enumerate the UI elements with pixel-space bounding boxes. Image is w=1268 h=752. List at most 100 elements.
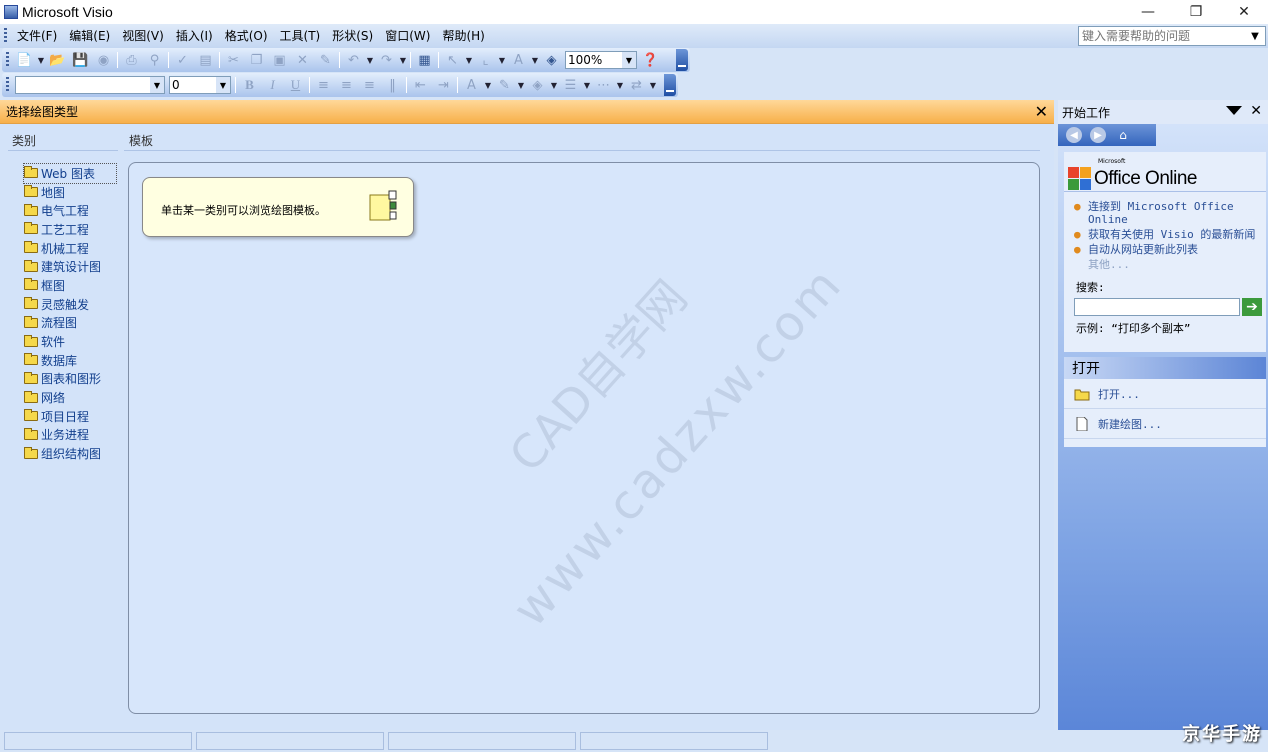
menu-tools[interactable]: 工具(T) bbox=[274, 24, 327, 48]
chevron-down-icon[interactable]: ▼ bbox=[365, 56, 375, 65]
help-icon[interactable]: ❓ bbox=[639, 50, 662, 70]
link-item[interactable]: ● 获取有关使用 Visio 的最新新闻 bbox=[1074, 228, 1266, 241]
italic-icon[interactable]: I bbox=[261, 75, 284, 95]
align-right-icon[interactable]: ≡ bbox=[358, 75, 381, 95]
chevron-down-icon[interactable]: ▼ bbox=[497, 56, 507, 65]
category-item[interactable]: 机械工程 bbox=[24, 239, 88, 258]
chevron-down-icon[interactable]: ▼ bbox=[622, 52, 636, 68]
increase-indent-icon[interactable]: ⇥ bbox=[432, 75, 455, 95]
minimize-icon[interactable]: — bbox=[1124, 0, 1172, 24]
print-preview-icon[interactable]: ⚲ bbox=[143, 50, 166, 70]
save-icon[interactable]: 💾 bbox=[69, 50, 92, 70]
redo-icon[interactable]: ↷ bbox=[375, 50, 398, 70]
category-item[interactable]: 网络 bbox=[24, 388, 116, 407]
template-area[interactable] bbox=[128, 162, 1040, 714]
close-icon[interactable]: ✕ bbox=[1035, 102, 1048, 121]
chevron-down-icon[interactable] bbox=[1226, 106, 1242, 115]
close-icon[interactable]: ✕ bbox=[1250, 103, 1262, 119]
go-arrow-icon[interactable]: ➔ bbox=[1242, 298, 1262, 316]
menu-view[interactable]: 视图(V) bbox=[116, 24, 170, 48]
category-item[interactable]: 电气工程 bbox=[24, 201, 88, 220]
home-icon[interactable]: ⌂ bbox=[1114, 127, 1132, 143]
category-item[interactable]: 流程图 bbox=[24, 314, 116, 333]
close-icon[interactable]: ✕ bbox=[1220, 0, 1268, 24]
spelling-icon[interactable]: ✓ bbox=[171, 50, 194, 70]
category-item[interactable]: 地图 bbox=[24, 183, 116, 202]
chevron-down-icon[interactable]: ▼ bbox=[530, 56, 540, 65]
category-item[interactable]: 灵感触发 bbox=[24, 295, 116, 314]
align-left-icon[interactable]: ≡ bbox=[312, 75, 335, 95]
category-item[interactable]: 工艺工程 bbox=[24, 220, 88, 239]
chevron-down-icon[interactable]: ▼ bbox=[1247, 31, 1263, 42]
print-icon[interactable]: ⎙ bbox=[120, 50, 143, 70]
text-tool-icon[interactable]: A bbox=[507, 50, 530, 70]
category-item[interactable]: 图表和图形 bbox=[24, 370, 116, 389]
chevron-down-icon[interactable]: ▼ bbox=[582, 81, 592, 90]
toolbar-options-icon[interactable] bbox=[676, 49, 688, 71]
justify-icon[interactable]: ‖ bbox=[381, 75, 404, 95]
menu-format[interactable]: 格式(O) bbox=[219, 24, 274, 48]
copy-icon[interactable]: ❐ bbox=[245, 50, 268, 70]
menu-file[interactable]: 文件(F) bbox=[11, 24, 63, 48]
menu-edit[interactable]: 编辑(E) bbox=[63, 24, 116, 48]
align-center-icon[interactable]: ≡ bbox=[335, 75, 358, 95]
chevron-down-icon[interactable]: ▼ bbox=[150, 77, 164, 93]
line-weight-icon[interactable]: ☰ bbox=[559, 75, 582, 95]
toolbar-options-icon[interactable] bbox=[664, 74, 676, 96]
chevron-down-icon[interactable]: ▼ bbox=[464, 56, 474, 65]
help-search-input[interactable] bbox=[1079, 29, 1247, 43]
chevron-down-icon[interactable]: ▼ bbox=[615, 81, 625, 90]
chevron-down-icon[interactable]: ▼ bbox=[398, 56, 408, 65]
line-pattern-icon[interactable]: ⋯ bbox=[592, 75, 615, 95]
category-item[interactable]: 框图 bbox=[24, 276, 116, 295]
back-icon[interactable]: ◀ bbox=[1066, 127, 1082, 143]
category-item[interactable]: 业务进程 bbox=[24, 426, 116, 445]
menu-insert[interactable]: 插入(I) bbox=[170, 24, 219, 48]
decrease-indent-icon[interactable]: ⇤ bbox=[409, 75, 432, 95]
forward-icon[interactable]: ▶ bbox=[1090, 127, 1106, 143]
grip-handle[interactable] bbox=[6, 77, 9, 93]
pan-zoom-icon[interactable]: ◈ bbox=[540, 50, 563, 70]
shapes-icon[interactable]: ▦ bbox=[413, 50, 436, 70]
link-item[interactable]: ● 自动从网站更新此列表 bbox=[1074, 243, 1266, 256]
cut-icon[interactable]: ✂ bbox=[222, 50, 245, 70]
open-file-link[interactable]: 打开... bbox=[1064, 379, 1266, 409]
font-size-combo[interactable]: 0 ▼ bbox=[169, 76, 231, 94]
grip-handle[interactable] bbox=[4, 28, 7, 44]
bold-icon[interactable]: B bbox=[238, 75, 261, 95]
category-item[interactable]: 组织结构图 bbox=[24, 444, 116, 463]
format-painter-icon[interactable]: ✎ bbox=[314, 50, 337, 70]
help-search-box[interactable]: ▼ bbox=[1078, 26, 1266, 46]
chevron-down-icon[interactable]: ▼ bbox=[648, 81, 658, 90]
category-item[interactable]: 项目日程 bbox=[24, 407, 116, 426]
font-name-combo[interactable]: ▼ bbox=[15, 76, 165, 94]
category-item[interactable]: Web 图表 bbox=[23, 163, 117, 184]
zoom-combo[interactable]: 100% ▼ bbox=[565, 51, 637, 69]
undo-icon[interactable]: ↶ bbox=[342, 50, 365, 70]
delete-icon[interactable]: ✕ bbox=[291, 50, 314, 70]
restore-icon[interactable]: ❐ bbox=[1172, 0, 1220, 24]
chevron-down-icon[interactable]: ▼ bbox=[483, 81, 493, 90]
new-document-icon[interactable]: 📄 bbox=[13, 50, 36, 70]
connector-tool-icon[interactable]: ⌞ bbox=[474, 50, 497, 70]
chevron-down-icon[interactable]: ▼ bbox=[516, 81, 526, 90]
search-input[interactable] bbox=[1074, 298, 1240, 316]
research-icon[interactable]: ▤ bbox=[194, 50, 217, 70]
paste-icon[interactable]: ▣ bbox=[268, 50, 291, 70]
menu-help[interactable]: 帮助(H) bbox=[436, 24, 490, 48]
line-ends-icon[interactable]: ⇄ bbox=[625, 75, 648, 95]
fill-color-icon[interactable]: ◈ bbox=[526, 75, 549, 95]
chevron-down-icon[interactable]: ▼ bbox=[36, 56, 46, 65]
menu-window[interactable]: 窗口(W) bbox=[379, 24, 436, 48]
category-item[interactable]: 数据库 bbox=[24, 351, 116, 370]
font-color-icon[interactable]: A bbox=[460, 75, 483, 95]
permission-icon[interactable]: ◉ bbox=[92, 50, 115, 70]
open-folder-icon[interactable]: 📂 bbox=[46, 50, 69, 70]
menu-shape[interactable]: 形状(S) bbox=[326, 24, 379, 48]
category-item[interactable]: 软件 bbox=[24, 332, 116, 351]
chevron-down-icon[interactable]: ▼ bbox=[216, 77, 230, 93]
link-item[interactable]: ● 连接到 Microsoft Office Online bbox=[1074, 200, 1266, 226]
chevron-down-icon[interactable]: ▼ bbox=[549, 81, 559, 90]
category-item[interactable]: 建筑设计图 bbox=[24, 257, 116, 276]
underline-icon[interactable]: U bbox=[284, 75, 307, 95]
